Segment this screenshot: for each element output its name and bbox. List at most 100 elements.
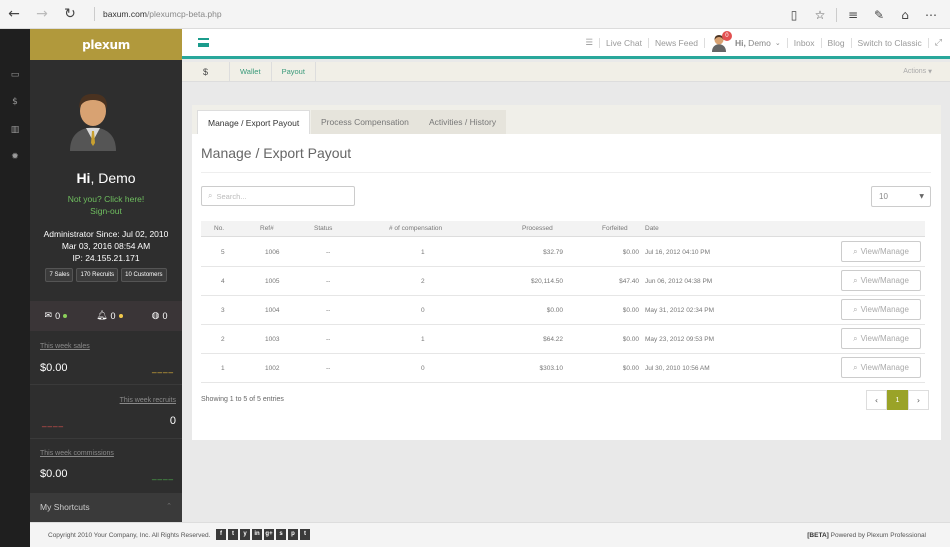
messages-notification[interactable]: ✉ 0 xyxy=(45,311,68,321)
fullscreen-icon[interactable]: ⤢ xyxy=(935,38,942,48)
prev-page-button[interactable]: ‹ xyxy=(866,390,887,410)
view-manage-button[interactable]: ⌕ View/Manage xyxy=(841,357,921,378)
web-note-icon[interactable]: ✎ xyxy=(866,8,892,22)
next-page-button[interactable]: › xyxy=(908,390,929,410)
cell-forfeited: $0.00 xyxy=(622,249,639,256)
avatar xyxy=(66,89,120,151)
skype-icon[interactable]: s xyxy=(276,529,286,540)
monitor-icon[interactable]: ▭ xyxy=(0,70,30,80)
stat-value: 0 xyxy=(169,415,176,427)
notification-badge: 0 xyxy=(721,31,732,41)
divider xyxy=(599,38,601,48)
tab-manage-export[interactable]: Manage / Export Payout xyxy=(197,110,311,134)
refresh-icon[interactable]: ↻ xyxy=(56,6,84,22)
cell-date: May 31, 2012 02:34 PM xyxy=(645,307,715,314)
dollar-icon[interactable]: $ xyxy=(0,97,30,107)
cell-no: 3 xyxy=(221,307,225,314)
copyright: Copyright 2010 Your Company, Inc. All Ri… xyxy=(48,532,211,539)
sign-out-link[interactable]: Sign-out xyxy=(30,206,182,216)
status-dot xyxy=(63,314,68,318)
user-name: Demo xyxy=(745,38,771,48)
table-row: 5 1006 -- 1 $32.79 $0.00 Jul 16, 2012 04… xyxy=(201,238,925,267)
view-manage-button[interactable]: ⌕ View/Manage xyxy=(841,270,921,291)
twitter-icon[interactable]: t xyxy=(228,529,238,540)
my-shortcuts[interactable]: My Shortcuts ⌃ xyxy=(30,494,182,522)
page-button[interactable]: 1 xyxy=(887,390,908,410)
col-date[interactable]: Date xyxy=(645,225,659,232)
entries-info: Showing 1 to 5 of 5 entries xyxy=(201,396,284,403)
table-row: 4 1005 -- 2 $20,114.50 $47.40 Jun 06, 20… xyxy=(201,267,925,296)
cell-no: 5 xyxy=(221,249,225,256)
last-login: Mar 03, 2016 08:54 AM xyxy=(61,241,151,251)
mail-icon: ✉ xyxy=(44,311,53,321)
admin-since: Administrator Since: Jul 02, 2010 xyxy=(43,229,169,239)
footer: Copyright 2010 Your Company, Inc. All Ri… xyxy=(30,522,950,547)
cell-forfeited: $47.40 xyxy=(619,278,639,285)
top-navbar: ☰ Live Chat News Feed 0 Hi, Demo ⌄ Inbox… xyxy=(182,29,950,59)
cell-ref: 1003 xyxy=(265,336,280,343)
switch-classic-link[interactable]: Switch to Classic xyxy=(858,38,922,48)
global-notification[interactable]: ◍ 0 xyxy=(152,311,168,321)
logo[interactable]: plexum xyxy=(82,38,130,52)
search-placeholder: Search... xyxy=(216,191,247,201)
cell-forfeited: $0.00 xyxy=(622,365,639,372)
sparkline: ____ xyxy=(152,364,174,374)
icon-rail: ▭ $ ▥ ✹ xyxy=(0,29,30,547)
youtube-icon[interactable]: y xyxy=(240,529,250,540)
share-icon[interactable]: ⌂ xyxy=(892,8,918,22)
divider xyxy=(703,38,705,48)
menu-toggle-icon[interactable] xyxy=(198,38,209,47)
view-manage-button[interactable]: ⌕ View/Manage xyxy=(841,241,921,262)
blog-link[interactable]: Blog xyxy=(828,38,845,48)
col-no[interactable]: No. xyxy=(214,225,224,232)
sales-pill[interactable]: 7 Sales xyxy=(45,268,74,282)
tab-process-compensation[interactable]: Process Compensation xyxy=(311,110,419,134)
page-title: Manage / Export Payout xyxy=(201,145,352,161)
customers-pill[interactable]: 10 Customers xyxy=(121,268,167,282)
list-icon[interactable]: ☰ xyxy=(585,38,593,48)
view-manage-button[interactable]: ⌕ View/Manage xyxy=(841,299,921,320)
col-ref[interactable]: Ref# xyxy=(260,225,274,232)
view-manage-button[interactable]: ⌕ View/Manage xyxy=(841,328,921,349)
col-forfeited[interactable]: Forfeited xyxy=(602,225,628,232)
forward-icon[interactable]: → xyxy=(28,6,56,22)
hub-icon[interactable]: ≡ xyxy=(840,8,866,22)
breadcrumb-payout[interactable]: Payout xyxy=(272,61,316,82)
more-icon[interactable]: ⋯ xyxy=(918,8,944,22)
search-input[interactable]: ⌕ Search... xyxy=(201,186,355,206)
gear-icon[interactable]: ✹ xyxy=(0,152,30,162)
tab-activities-history[interactable]: Activities / History xyxy=(419,110,507,134)
facebook-icon[interactable]: f xyxy=(216,529,226,540)
search-icon: ⌕ xyxy=(208,191,213,200)
not-you-link[interactable]: Not you? Click here! xyxy=(30,194,182,204)
pinterest-icon[interactable]: p xyxy=(288,529,298,540)
dollar-icon: $ xyxy=(182,61,230,82)
live-chat-link[interactable]: Live Chat xyxy=(606,38,642,48)
col-compensation[interactable]: # of compensation xyxy=(389,225,442,232)
chevron-right-icon: › xyxy=(916,395,921,405)
page-size-select[interactable]: 10 ▼ xyxy=(871,186,931,207)
chart-icon[interactable]: ▥ xyxy=(0,125,30,135)
user-menu[interactable]: 0 Hi, Demo ⌄ xyxy=(711,31,781,52)
address-bar[interactable]: baxum.com/plexumcp-beta.php xyxy=(94,7,222,21)
col-status[interactable]: Status xyxy=(314,225,332,232)
google-plus-icon[interactable]: g+ xyxy=(264,529,274,540)
sidebar: plexum Hi, Demo Not you? Click here! Sig… xyxy=(30,29,182,522)
linkedin-icon[interactable]: in xyxy=(252,529,262,540)
alerts-notification[interactable]: 🔔︎ 0 xyxy=(96,311,123,321)
cell-ref: 1004 xyxy=(265,307,280,314)
recruits-pill[interactable]: 170 Recruits xyxy=(76,268,119,282)
actions-menu[interactable]: Actions ▼ xyxy=(903,68,932,75)
divider xyxy=(647,38,649,48)
inbox-link[interactable]: Inbox xyxy=(794,38,815,48)
notification-bar: ✉ 0 🔔︎ 0 ◍ 0 xyxy=(30,301,182,331)
sparkline: ____ xyxy=(152,471,174,481)
col-processed[interactable]: Processed xyxy=(522,225,553,232)
back-icon[interactable]: ← xyxy=(0,6,28,22)
divider xyxy=(836,7,837,22)
tumblr-icon[interactable]: t xyxy=(300,529,310,540)
reading-view-icon[interactable]: ▯ xyxy=(781,8,807,22)
news-feed-link[interactable]: News Feed xyxy=(655,38,698,48)
breadcrumb-wallet[interactable]: Wallet xyxy=(230,61,272,82)
favorite-star-icon[interactable]: ☆ xyxy=(807,8,833,22)
